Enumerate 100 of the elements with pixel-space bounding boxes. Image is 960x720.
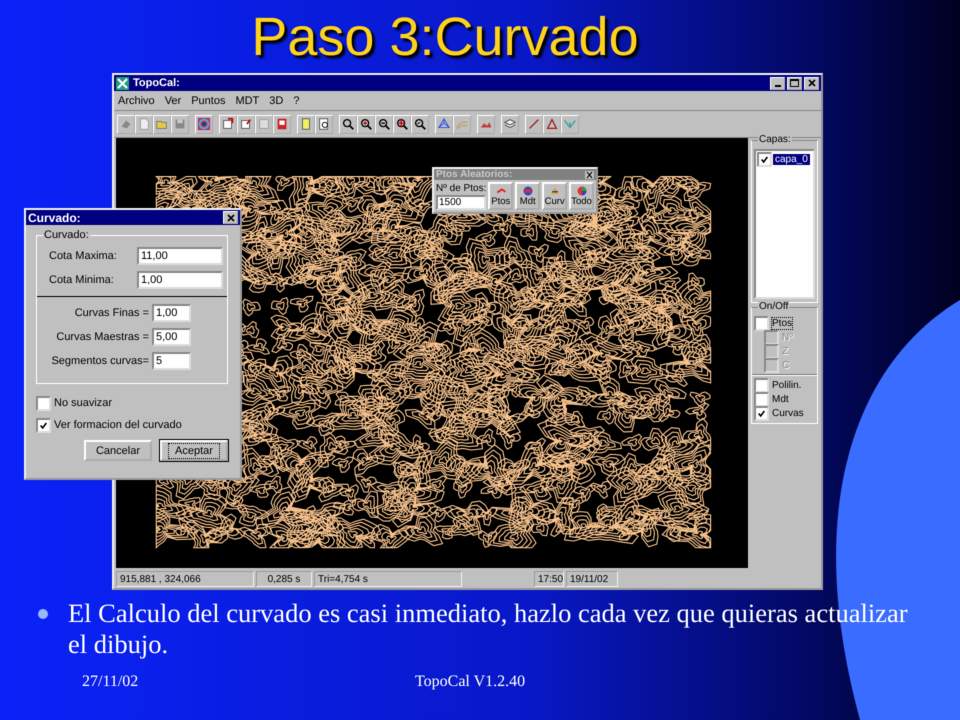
zoom-window-icon [341, 117, 355, 131]
spiral-icon [197, 117, 211, 131]
checkbox[interactable] [36, 396, 51, 410]
line-icon [527, 117, 541, 131]
checkbox-label: Nº [782, 332, 793, 342]
status-field: 915,881 , 324,066 [116, 571, 254, 587]
tool-button[interactable]: Todo [569, 182, 594, 210]
checkmark-icon [39, 420, 48, 430]
input-field[interactable]: 5,00 [152, 328, 191, 346]
bullet-icon [38, 609, 48, 619]
checkmark-icon [757, 408, 766, 418]
checkbox[interactable] [754, 378, 769, 392]
image-icon [257, 117, 271, 131]
checkbox-label: No suavizar [54, 397, 112, 409]
field-label: Segmentos curvas= [51, 355, 149, 367]
close-button[interactable] [804, 76, 819, 90]
toolbar-button[interactable] [195, 114, 213, 134]
checkbox[interactable] [757, 152, 772, 167]
group-title: Capas: [758, 134, 792, 145]
field-label: Cota Minima: [49, 274, 114, 286]
field-label: Nº de Ptos: [436, 182, 486, 194]
checkbox-label: C [782, 360, 790, 370]
menu-item[interactable]: ? [293, 94, 300, 106]
zoom-in-icon [359, 117, 373, 131]
checkmark-icon [760, 155, 769, 164]
menu-item[interactable]: Puntos [191, 94, 226, 106]
toolbar-button[interactable] [375, 114, 393, 134]
triangle-icon [545, 117, 559, 131]
input-field[interactable]: 11,00 [137, 247, 223, 265]
footer-text: TopoCal V1.2.40 [415, 673, 526, 691]
minimize-button[interactable] [770, 76, 785, 90]
toolbar-button[interactable] [357, 114, 375, 134]
input-field[interactable]: 1500 [436, 194, 486, 210]
close-icon[interactable] [585, 170, 594, 178]
status-field: 19/11/02 [566, 571, 618, 587]
toolbar-button[interactable] [297, 114, 315, 134]
zoom-out-icon [377, 117, 391, 131]
toolbar-button[interactable] [501, 114, 519, 134]
window-title: TopoCal: [133, 77, 180, 89]
layer-item[interactable]: capa_0 [773, 154, 810, 165]
checkbox-label: Ver formacion del curvado [54, 419, 182, 431]
status-field: 0,285 s [256, 571, 312, 587]
toolbar-button[interactable] [543, 114, 561, 134]
footer-date: 27/11/02 [82, 673, 140, 691]
toolbar-button[interactable] [219, 114, 237, 134]
maximize-button[interactable] [787, 76, 802, 90]
tool-button[interactable]: Mdt [515, 182, 540, 210]
print-icon [275, 117, 289, 131]
toolbar-button[interactable] [525, 114, 543, 134]
checkbox[interactable] [754, 316, 769, 330]
new-file-icon [137, 117, 151, 131]
app-icon [116, 76, 129, 90]
menu-item[interactable]: Archivo [118, 94, 155, 106]
checkbox-label: Curvas [772, 408, 804, 418]
color-wheel-icon [576, 185, 588, 198]
tool-button[interactable]: Curv [542, 182, 568, 210]
toolbar-button[interactable] [393, 114, 411, 134]
dialog-button[interactable]: Aceptar [160, 440, 228, 461]
close-button[interactable] [223, 211, 238, 224]
input-field[interactable]: 1,00 [152, 304, 191, 322]
layers-icon [503, 117, 517, 131]
group-title: On/Off [758, 301, 790, 312]
input-field[interactable]: 1,00 [137, 271, 223, 289]
menu-item[interactable]: Ver [164, 94, 182, 106]
dialog-button[interactable]: Cancelar [84, 440, 152, 461]
toolbar-button[interactable] [315, 114, 333, 134]
status-field: 17:50 [534, 571, 564, 587]
triangulation-icon [437, 117, 451, 131]
status-field: Tri=4,754 s [314, 571, 462, 587]
toolbar-button[interactable] [411, 114, 429, 134]
toolbar-button[interactable] [237, 114, 255, 134]
vertex-icon [563, 117, 577, 131]
zoom-previous-icon [413, 117, 427, 131]
field-label: Curvas Finas = [74, 307, 149, 319]
close-icon [226, 214, 234, 222]
preview-icon [317, 117, 331, 131]
group-title: Curvado: [43, 229, 90, 241]
checkbox-label: Z [782, 346, 788, 356]
clipboard-icon [299, 117, 313, 131]
input-field[interactable]: 5 [152, 352, 191, 370]
menu-item[interactable]: 3D [269, 94, 284, 106]
toolbar-button[interactable] [339, 114, 357, 134]
checkbox-label: Polilin. [772, 380, 802, 390]
toolbar-button[interactable] [435, 114, 453, 134]
color-grid-icon [522, 185, 534, 198]
zoom-extents-icon [395, 117, 409, 131]
dialog-title: Curvado: [28, 210, 81, 224]
close-icon [808, 79, 816, 87]
export-icon [239, 117, 253, 131]
save-icon [173, 117, 187, 131]
tool-button[interactable]: Ptos [488, 182, 514, 210]
import-icon [221, 117, 235, 131]
field-label: Cota Maxima: [49, 250, 117, 262]
maximize-icon [790, 79, 799, 87]
checkbox-label: Mdt [772, 394, 789, 404]
menu-item[interactable]: MDT [235, 94, 260, 106]
checkbox[interactable] [754, 406, 769, 420]
checkbox[interactable] [36, 418, 51, 432]
toolbar-title: Ptos Aleatorios: [436, 169, 512, 180]
checkbox[interactable] [754, 392, 769, 406]
